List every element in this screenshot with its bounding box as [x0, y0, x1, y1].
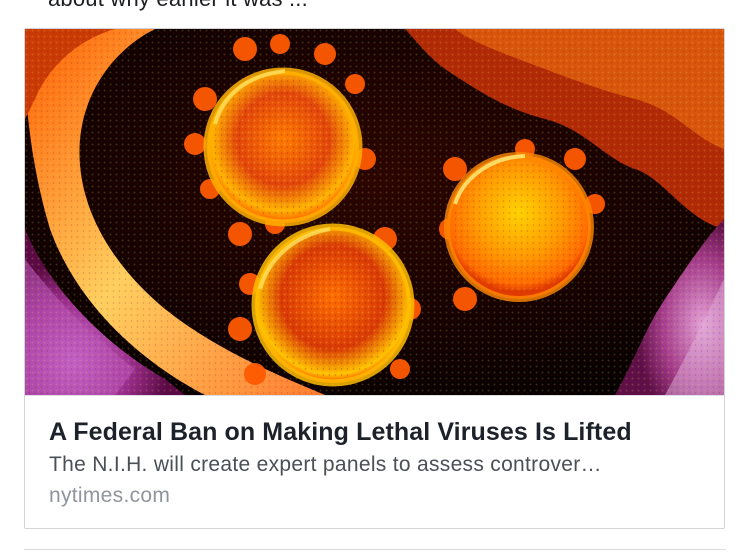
link-preview-text[interactable]: A Federal Ban on Making Lethal Viruses I…: [25, 395, 724, 528]
article-description[interactable]: The N.I.H. will create expert panels to …: [49, 449, 700, 481]
article-image[interactable]: [25, 29, 724, 395]
link-preview-card[interactable]: A Federal Ban on Making Lethal Viruses I…: [24, 28, 725, 529]
post-text-cutoff: about why earlier it was ...: [48, 0, 308, 12]
feed-divider: [24, 549, 726, 550]
feed-page: about why earlier it was ...: [0, 0, 750, 555]
article-headline[interactable]: A Federal Ban on Making Lethal Viruses I…: [49, 416, 700, 448]
article-domain[interactable]: nytimes.com: [49, 481, 700, 511]
